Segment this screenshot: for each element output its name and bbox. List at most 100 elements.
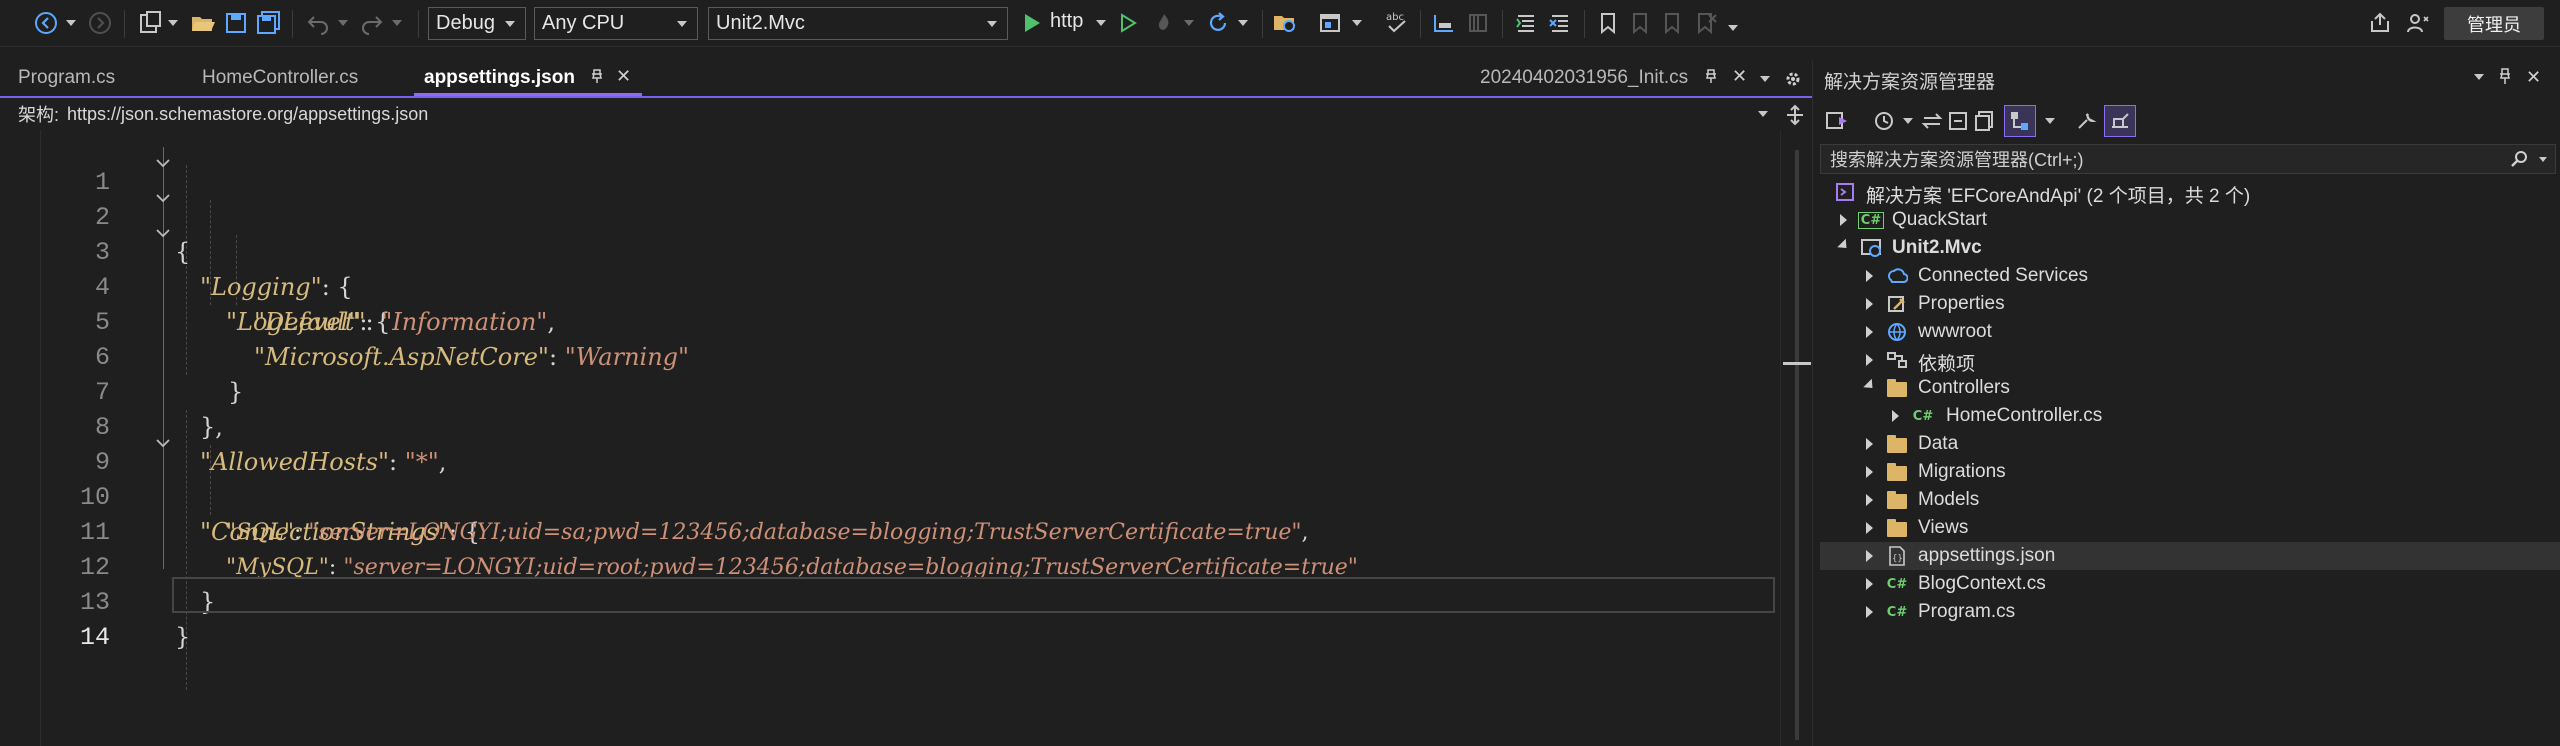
code-line: 3 "LogLevel": { xyxy=(0,200,1780,336)
redo-icon[interactable] xyxy=(360,8,384,38)
close-tab-icon[interactable]: ✕ xyxy=(1732,66,1747,87)
expand-arrow-icon[interactable] xyxy=(1866,438,1873,450)
solution-platform-select[interactable]: Any CPU xyxy=(534,7,698,40)
editor-vertical-scrollbar[interactable] xyxy=(1780,130,1812,746)
save-all-icon[interactable] xyxy=(256,8,282,38)
properties-wrench-icon[interactable] xyxy=(2070,105,2102,137)
properties-tree-icon[interactable] xyxy=(2004,105,2036,137)
panel-options-dropdown[interactable] xyxy=(2474,67,2484,88)
close-tab-icon[interactable]: ✕ xyxy=(616,66,631,87)
restart-icon[interactable] xyxy=(1206,8,1230,38)
window-layout-icon[interactable] xyxy=(1318,8,1342,38)
tab-homecontroller-cs[interactable]: HomeController.cs xyxy=(184,60,414,96)
navigate-back-dropdown[interactable] xyxy=(66,8,76,38)
schema-dropdown-icon[interactable] xyxy=(1758,111,1768,117)
show-all-files-icon[interactable] xyxy=(1968,105,2000,137)
admin-button[interactable]: 管理员 xyxy=(2444,7,2544,40)
tree-item-quackstart[interactable]: C# QuackStart xyxy=(1820,206,2560,234)
next-bookmark-icon[interactable] xyxy=(1662,8,1682,38)
toolbar-options-dropdown[interactable] xyxy=(1728,8,1738,38)
tree-item-views[interactable]: Views xyxy=(1820,514,2560,542)
pin-panel-icon[interactable] xyxy=(2498,67,2512,90)
hot-reload-icon[interactable] xyxy=(1152,8,1176,38)
previous-bookmark-icon[interactable] xyxy=(1630,8,1650,38)
navigate-forward-icon[interactable] xyxy=(88,8,112,38)
expand-arrow-icon[interactable] xyxy=(1866,578,1873,590)
restart-dropdown[interactable] xyxy=(1238,8,1248,38)
pin-tab-icon[interactable] xyxy=(1704,68,1718,89)
window-layout-dropdown[interactable] xyxy=(1352,8,1362,38)
tab-init-migration-cs[interactable]: 20240402031956_Init.cs ✕ xyxy=(1466,60,1760,96)
browse-folder-icon[interactable] xyxy=(1272,8,1298,38)
tab-appsettings-json[interactable]: appsettings.json ✕ xyxy=(414,60,642,96)
uncomment-lines-icon[interactable] xyxy=(1548,8,1572,38)
expand-arrow-icon[interactable] xyxy=(1866,326,1873,338)
tab-settings-gear-icon[interactable] xyxy=(1784,64,1802,94)
tree-item-program-cs[interactable]: C# Program.cs xyxy=(1820,598,2560,626)
pin-tab-icon[interactable] xyxy=(590,68,604,89)
collapse-arrow-icon[interactable] xyxy=(1837,238,1851,253)
code-editor[interactable]: 1 { 2 "Logging": { 3 "LogLevel": { 4 "De… xyxy=(0,130,1780,746)
json-schema-bar[interactable]: 架构: https://json.schemastore.org/appsett… xyxy=(0,99,1780,129)
panel-splitter[interactable] xyxy=(1812,60,1820,746)
expand-arrow-icon[interactable] xyxy=(1866,466,1873,478)
tree-item-controllers[interactable]: Controllers xyxy=(1820,374,2560,402)
tree-item-unit2-mvc[interactable]: Unit2.Mvc xyxy=(1820,234,2560,262)
tree-item-homecontroller-cs[interactable]: C# HomeController.cs xyxy=(1820,402,2560,430)
comment-lines-icon[interactable] xyxy=(1514,8,1538,38)
new-item-icon[interactable] xyxy=(138,8,164,38)
redo-dropdown[interactable] xyxy=(392,8,402,38)
hot-reload-dropdown[interactable] xyxy=(1184,8,1194,38)
solution-configuration-select[interactable]: Debug xyxy=(428,7,526,40)
tree-item-appsettings-json[interactable]: {} appsettings.json xyxy=(1820,542,2560,570)
new-item-dropdown[interactable] xyxy=(168,8,178,38)
search-icon[interactable] xyxy=(2511,150,2529,173)
tree-item-data[interactable]: Data xyxy=(1820,430,2560,458)
expand-arrow-icon[interactable] xyxy=(1866,550,1873,562)
tree-solution[interactable]: 解决方案 'EFCoreAndApi' (2 个项目，共 2 个) xyxy=(1820,178,2560,207)
tree-item-blogcontext-cs[interactable]: C# BlogContext.cs xyxy=(1820,570,2560,598)
collapse-arrow-icon[interactable] xyxy=(1863,378,1877,393)
tree-item-properties[interactable]: Properties xyxy=(1820,290,2560,318)
tree-item-migrations[interactable]: Migrations xyxy=(1820,458,2560,486)
live-share-icon[interactable] xyxy=(2368,8,2392,38)
run-profile-label[interactable]: http xyxy=(1050,10,1083,33)
open-folder-icon[interactable] xyxy=(190,8,216,38)
scrollbar-track[interactable] xyxy=(1795,150,1799,740)
clear-bookmarks-icon[interactable] xyxy=(1694,8,1718,38)
toggle-bookmark-icon[interactable] xyxy=(1598,8,1618,38)
switch-views-icon[interactable] xyxy=(1822,105,1854,137)
preview-selected-items-icon[interactable] xyxy=(2104,105,2136,137)
save-icon[interactable] xyxy=(224,8,248,38)
solution-explorer-search-input[interactable]: 搜索解决方案资源管理器(Ctrl+;) xyxy=(1820,144,2556,174)
spell-check-icon[interactable]: abc xyxy=(1384,8,1410,38)
expand-arrow-icon[interactable] xyxy=(1866,298,1873,310)
expand-arrow-icon[interactable] xyxy=(1866,494,1873,506)
start-debugging-icon[interactable] xyxy=(1022,8,1042,38)
properties-tree-dropdown[interactable] xyxy=(2034,105,2066,137)
tree-item-connected-services[interactable]: Connected Services xyxy=(1820,262,2560,290)
tree-item-wwwroot[interactable]: wwwroot xyxy=(1820,318,2560,346)
undo-dropdown[interactable] xyxy=(338,8,348,38)
tab-overflow-dropdown[interactable] xyxy=(1760,64,1770,94)
step-over-icon[interactable] xyxy=(1466,8,1490,38)
expand-arrow-icon[interactable] xyxy=(1866,354,1873,366)
tab-program-cs[interactable]: Program.cs xyxy=(0,60,184,96)
account-feedback-icon[interactable] xyxy=(2406,8,2430,38)
expand-arrow-icon[interactable] xyxy=(1866,606,1873,618)
step-into-icon[interactable] xyxy=(1432,8,1456,38)
tree-item-dependencies[interactable]: 依赖项 xyxy=(1820,346,2560,375)
startup-project-select[interactable]: Unit2.Mvc xyxy=(708,7,1008,40)
expand-arrow-icon[interactable] xyxy=(1892,410,1899,422)
navigate-back-icon[interactable] xyxy=(34,8,58,38)
split-editor-icon[interactable] xyxy=(1784,104,1806,132)
search-options-dropdown[interactable] xyxy=(2539,157,2547,162)
start-without-debugging-icon[interactable] xyxy=(1118,8,1138,38)
expand-arrow-icon[interactable] xyxy=(1866,522,1873,534)
expand-arrow-icon[interactable] xyxy=(1866,270,1873,282)
expand-arrow-icon[interactable] xyxy=(1840,214,1847,226)
close-panel-icon[interactable]: ✕ xyxy=(2526,67,2541,88)
tree-item-models[interactable]: Models xyxy=(1820,486,2560,514)
run-profile-dropdown[interactable] xyxy=(1096,8,1106,38)
undo-icon[interactable] xyxy=(306,8,330,38)
